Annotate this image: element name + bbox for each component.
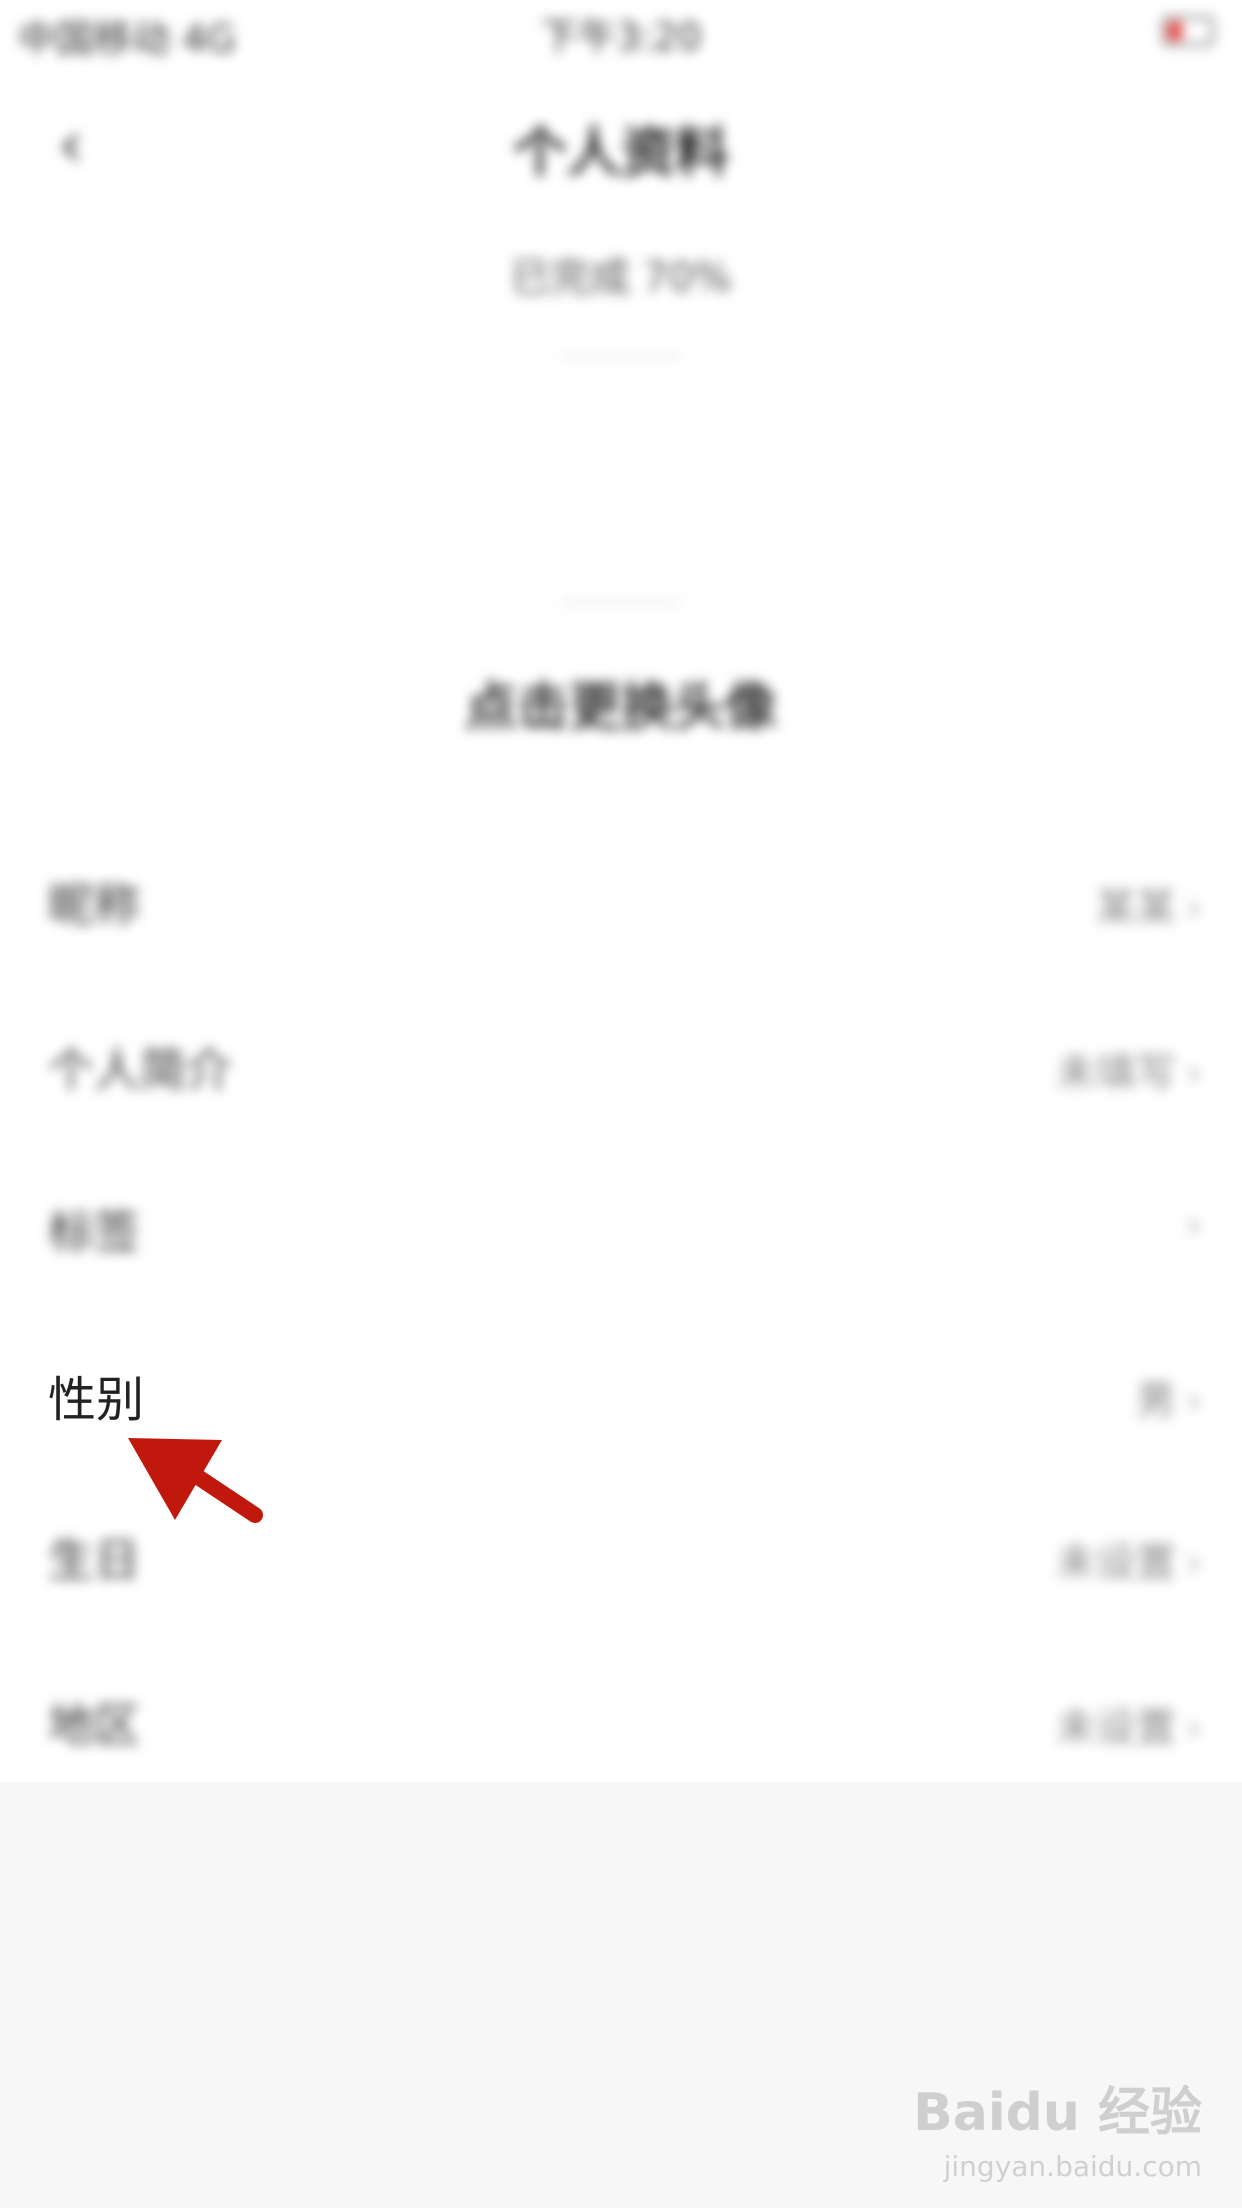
- watermark-url: jingyan.baidu.com: [943, 2150, 1202, 2183]
- watermark-logo: Baidu 经验: [913, 2083, 1202, 2143]
